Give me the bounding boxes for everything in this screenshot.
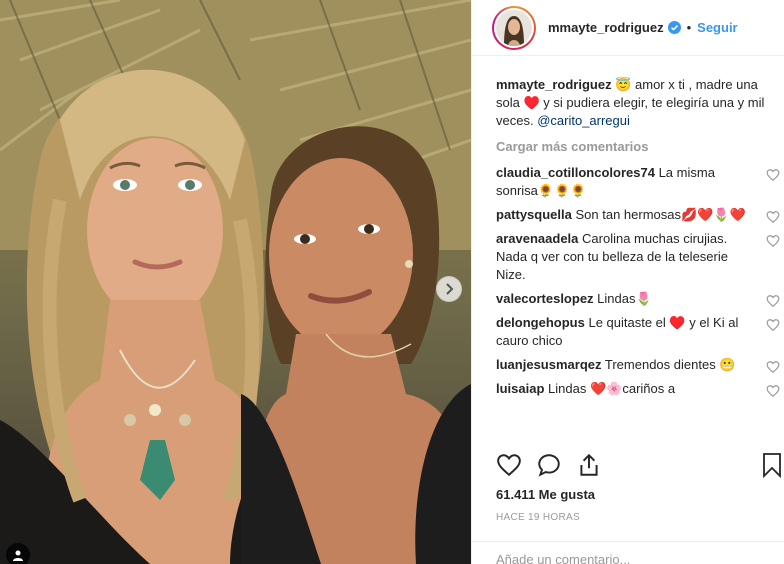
comment-item: valecorteslopez Lindas🌷 <box>496 290 780 308</box>
comment-item: luisaiap Lindas ❤️🌸cariños a <box>496 380 780 398</box>
post-header: mmayte_rodriguez • Seguir <box>472 0 784 56</box>
person-tag-icon[interactable] <box>6 543 30 564</box>
comment-username[interactable]: claudia_cotilloncolores74 <box>496 165 655 180</box>
caption-username[interactable]: mmayte_rodriguez <box>496 77 612 92</box>
comment-text: Lindas ❤️🌸cariños a <box>548 381 676 396</box>
comment-text: Tremendos dientes 😬 <box>604 357 736 372</box>
post-details-panel: mmayte_rodriguez • Seguir mmayte_rodrigu… <box>471 0 784 564</box>
carousel-next-button[interactable] <box>436 276 462 302</box>
avatar-inner <box>494 7 534 48</box>
verified-badge-icon <box>667 21 681 34</box>
comment-text: Son tan hermosas💋❤️🌷❤️ <box>575 207 746 222</box>
caption-mention[interactable]: @carito_arregui <box>537 113 630 128</box>
comment-like-heart-icon[interactable] <box>766 384 780 398</box>
comment-item: pattysquella Son tan hermosas💋❤️🌷❤️ <box>496 206 780 224</box>
comment-username[interactable]: pattysquella <box>496 207 572 222</box>
comments-list[interactable]: mmayte_rodriguez 😇 amor x ti , madre una… <box>496 76 780 442</box>
dot-separator: • <box>686 20 692 35</box>
post-photo[interactable] <box>0 0 471 564</box>
load-more-comments-button[interactable]: Cargar más comentarios <box>496 138 780 156</box>
comment-like-heart-icon[interactable] <box>766 318 780 332</box>
chevron-right-icon <box>446 283 454 295</box>
post-timestamp[interactable]: HACE 19 HORAS <box>496 512 580 523</box>
comment-username[interactable]: luanjesusmarqez <box>496 357 602 372</box>
comment-username[interactable]: luisaiap <box>496 381 544 396</box>
person-icon <box>13 550 23 561</box>
comment-like-heart-icon[interactable] <box>766 234 780 248</box>
comment-text: Lindas🌷 <box>597 291 652 306</box>
likes-count[interactable]: 61.411 Me gusta <box>496 487 595 502</box>
comment-username[interactable]: valecorteslopez <box>496 291 594 306</box>
heart-outline-icon[interactable] <box>496 452 522 478</box>
avatar <box>496 9 532 46</box>
right-person <box>241 126 471 564</box>
comment-like-heart-icon[interactable] <box>766 210 780 224</box>
share-upload-icon[interactable] <box>576 452 602 478</box>
speech-bubble-icon[interactable] <box>536 452 562 478</box>
story-ring[interactable] <box>492 5 536 50</box>
comment-username[interactable]: delongehopus <box>496 315 585 330</box>
comment-item: delongehopus Le quitaste el ♥️ y el Ki a… <box>496 314 780 350</box>
comment-like-heart-icon[interactable] <box>766 294 780 308</box>
comment-item: claudia_cotilloncolores74 La misma sonri… <box>496 164 780 200</box>
comment-username[interactable]: aravenaadela <box>496 231 578 246</box>
follow-button[interactable]: Seguir <box>697 20 737 35</box>
add-comment-bar <box>472 541 784 564</box>
bookmark-icon[interactable] <box>760 452 784 478</box>
add-comment-input[interactable] <box>496 552 761 564</box>
comment-like-heart-icon[interactable] <box>766 168 780 182</box>
comment-like-heart-icon[interactable] <box>766 360 780 374</box>
header-username[interactable]: mmayte_rodriguez <box>548 20 664 35</box>
post-actions-bar <box>488 452 784 480</box>
comment-item: aravenaadela Carolina muchas cirujias. N… <box>496 230 780 284</box>
caption: mmayte_rodriguez 😇 amor x ti , madre una… <box>496 76 780 130</box>
comment-item: luanjesusmarqez Tremendos dientes 😬 <box>496 356 780 374</box>
